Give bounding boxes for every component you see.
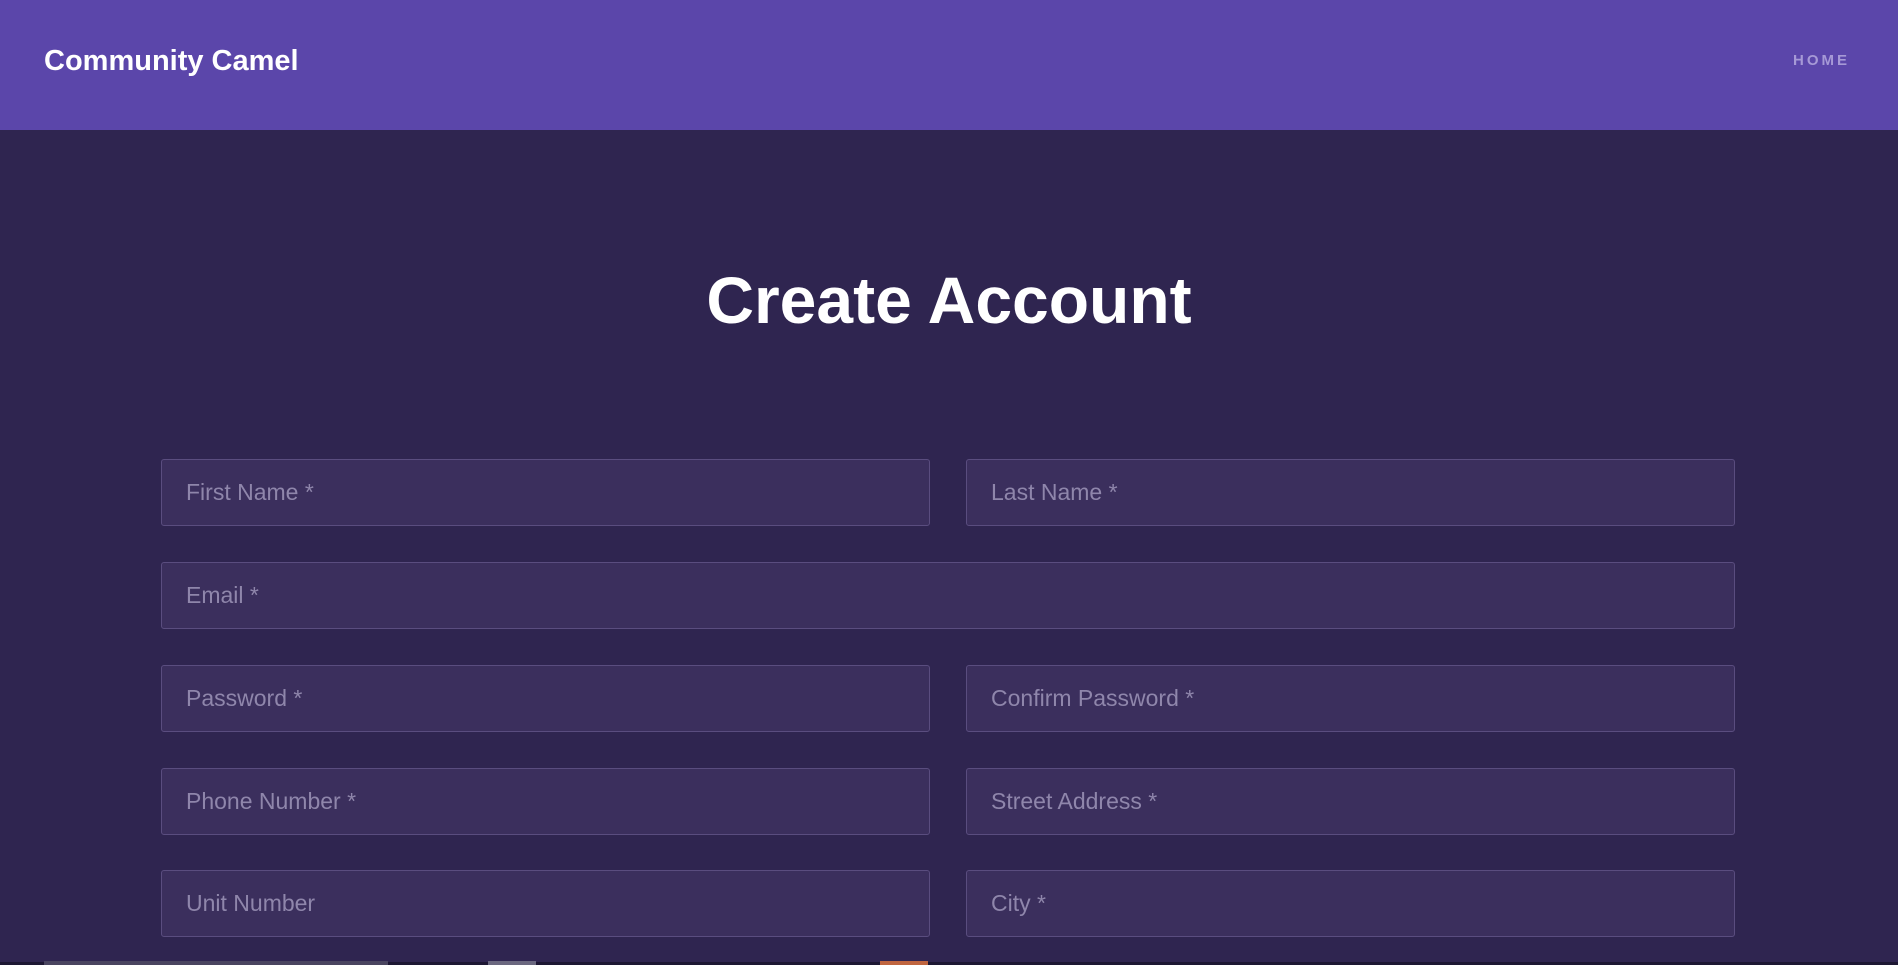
city-input[interactable] [966,870,1735,937]
nav-link-home[interactable]: HOME [1793,52,1850,70]
confirm-password-input[interactable] [966,665,1735,732]
password-input[interactable] [161,665,930,732]
page-title: Create Account [706,263,1192,337]
partial-element-right [880,961,928,965]
partial-element-left [44,961,388,965]
last-name-input[interactable] [966,459,1735,526]
email-input[interactable] [161,562,1735,629]
street-address-input[interactable] [966,768,1735,835]
unit-number-input[interactable] [161,870,930,937]
navbar: Community Camel HOME [0,0,1898,130]
brand-logo-text[interactable]: Community Camel [44,44,299,78]
phone-number-input[interactable] [161,768,930,835]
partial-element-middle [488,961,536,965]
first-name-input[interactable] [161,459,930,526]
